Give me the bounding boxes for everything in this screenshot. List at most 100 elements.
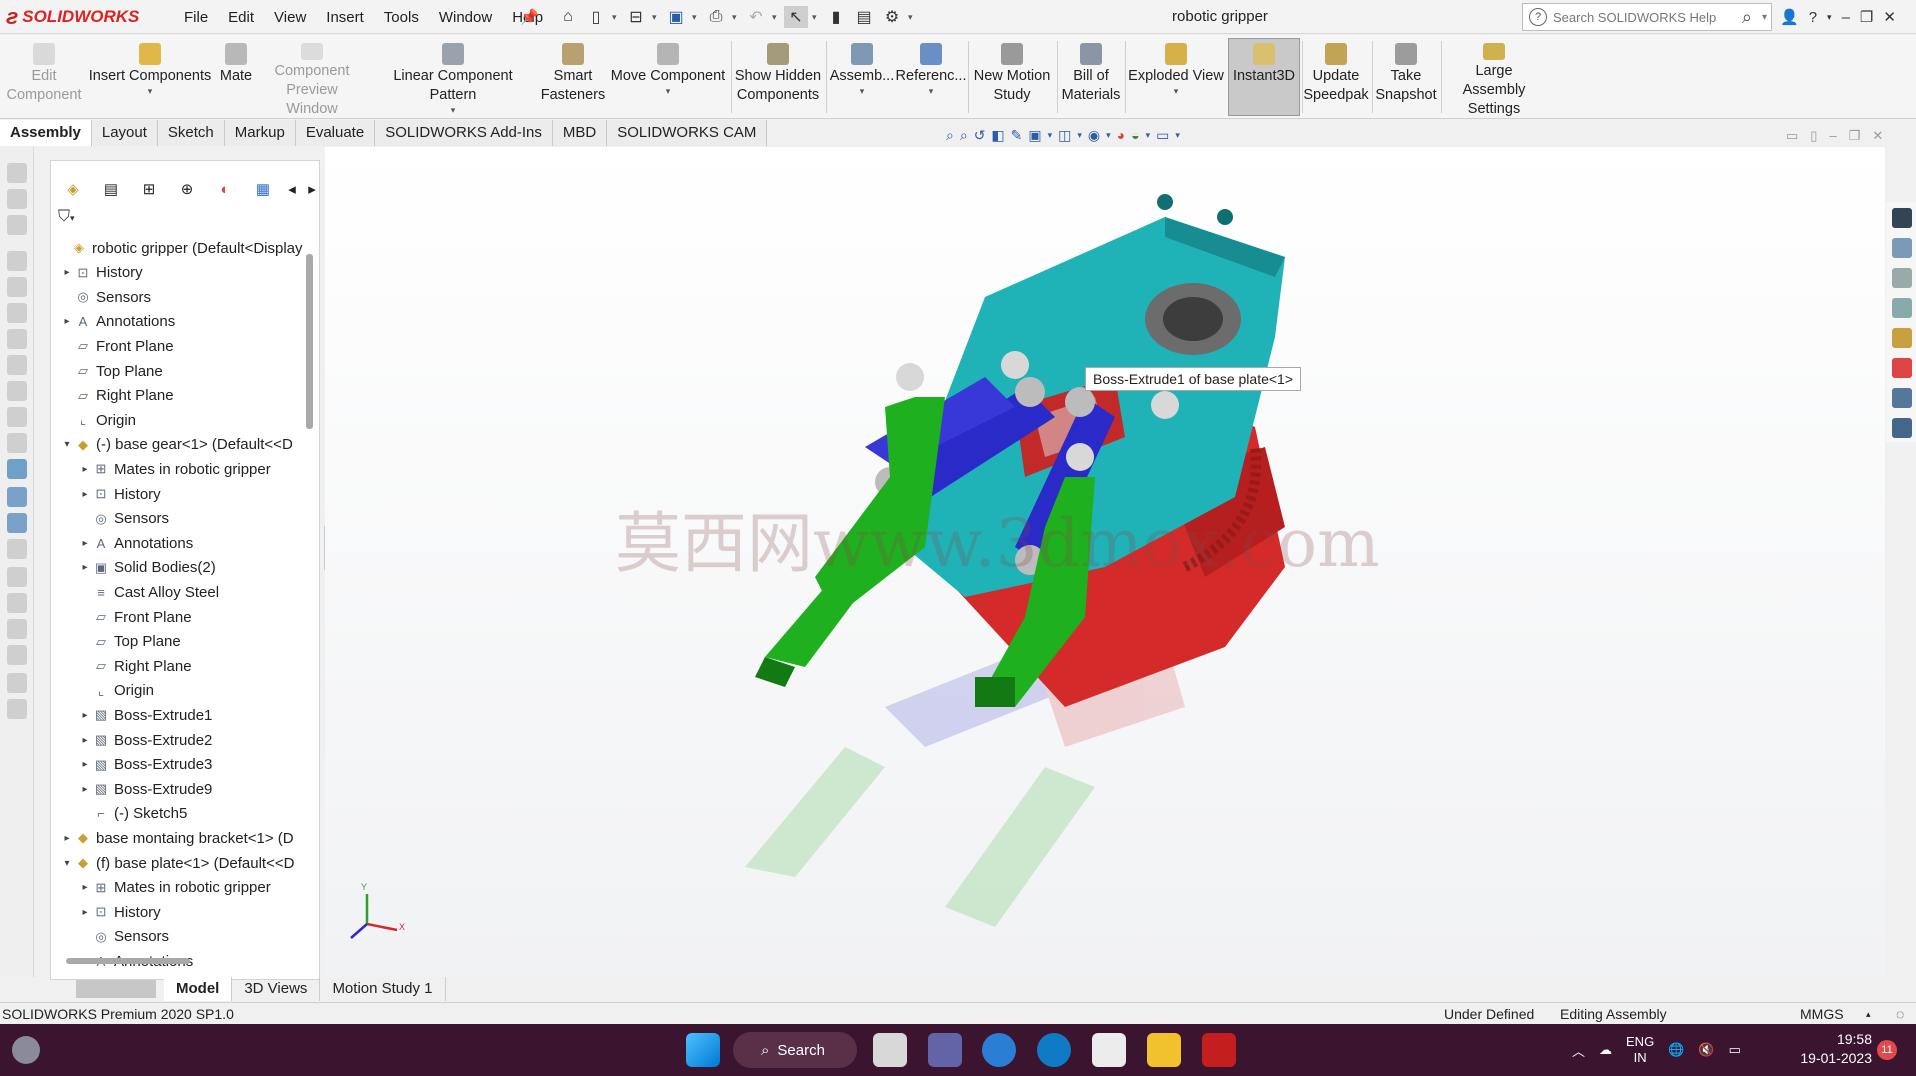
expand-arrow-icon[interactable]: ▸ bbox=[78, 710, 92, 721]
linear-component-pattern-button[interactable]: Linear Component Pattern ▾ bbox=[368, 35, 538, 119]
scroll-right-icon[interactable]: ▸ bbox=[304, 176, 320, 202]
hide-show-items-icon[interactable]: ◉ bbox=[1088, 127, 1100, 144]
tree-item[interactable]: ≡ Cast Alloy Steel bbox=[56, 580, 306, 604]
strip-tool-icon[interactable] bbox=[7, 459, 27, 479]
open-icon[interactable]: ⊟ bbox=[624, 6, 648, 28]
display-manager-tab-icon[interactable]: ◐ bbox=[208, 176, 242, 202]
menu-tools[interactable]: Tools bbox=[374, 9, 429, 26]
battery-icon[interactable]: ▭ bbox=[1729, 1042, 1741, 1058]
home-icon[interactable]: ⌂ bbox=[556, 6, 580, 28]
user-icon[interactable]: 👤 bbox=[1780, 8, 1799, 26]
help-search-box[interactable]: ? Search SOLIDWORKS Help ⌕ ▾ bbox=[1522, 3, 1772, 31]
tree-vertical-scrollbar[interactable] bbox=[306, 254, 313, 429]
file-properties-icon[interactable]: ▤ bbox=[852, 6, 876, 28]
windows-start-icon[interactable] bbox=[686, 1033, 720, 1067]
minimize-button[interactable]: – bbox=[1842, 9, 1850, 26]
tree-item[interactable]: ▸ ⊡ History bbox=[56, 261, 306, 285]
tab-assembly[interactable]: Assembly bbox=[0, 120, 92, 146]
search-icon[interactable]: ⌕ bbox=[1742, 7, 1752, 28]
expand-arrow-icon[interactable]: ▸ bbox=[78, 759, 92, 770]
previous-view-icon[interactable]: ↺ bbox=[974, 127, 986, 144]
close-viewport-button[interactable]: ✕ bbox=[1872, 128, 1883, 144]
tree-horizontal-scrollbar[interactable] bbox=[66, 958, 190, 964]
expand-arrow-icon[interactable]: ▸ bbox=[78, 784, 92, 795]
strip-tool-icon[interactable] bbox=[7, 433, 27, 453]
rebuild-icon[interactable]: ▮ bbox=[824, 6, 848, 28]
options-gear-icon[interactable]: ⚙ bbox=[880, 6, 904, 28]
strip-tool-icon[interactable] bbox=[7, 251, 27, 271]
network-icon[interactable]: 🌐 bbox=[1668, 1042, 1684, 1058]
filter-icon[interactable]: ⛉▾ bbox=[58, 208, 75, 226]
strip-tool-icon[interactable] bbox=[7, 189, 27, 209]
apply-scene-icon[interactable]: ◒ bbox=[1131, 127, 1139, 143]
expand-arrow-icon[interactable]: ▸ bbox=[78, 882, 92, 893]
chevron-down-icon[interactable]: ▾ bbox=[1077, 130, 1082, 141]
zoom-area-icon[interactable]: ⌕ bbox=[960, 127, 968, 144]
chevron-down-icon[interactable]: ▾ bbox=[908, 12, 916, 23]
tab-scroll-arrows[interactable] bbox=[76, 980, 156, 998]
chevron-down-icon[interactable]: ▾ bbox=[692, 12, 700, 23]
save-icon[interactable]: ▣ bbox=[664, 6, 688, 28]
tree-item[interactable]: ▾ ◆ (f) base plate<1> (Default<<D bbox=[56, 851, 306, 875]
display-style-icon[interactable]: ◫ bbox=[1058, 127, 1071, 144]
tree-item[interactable]: ▸ ▧ Boss-Extrude1 bbox=[56, 703, 306, 727]
graphics-area[interactable]: Boss-Extrude1 of base plate<1> 莫西网www.3d… bbox=[325, 147, 1885, 977]
select-icon[interactable]: ↖ bbox=[784, 6, 808, 28]
bill-of-materials-button[interactable]: Bill of Materials bbox=[1060, 35, 1122, 119]
tree-item[interactable]: ⌐ (-) Sketch5 bbox=[56, 802, 306, 826]
expand-arrow-icon[interactable]: ▸ bbox=[78, 735, 92, 746]
strip-tool-icon[interactable] bbox=[7, 277, 27, 297]
browser-icon[interactable] bbox=[982, 1033, 1016, 1067]
tile-icon[interactable]: ▭ bbox=[1786, 128, 1798, 144]
tab-sketch[interactable]: Sketch bbox=[157, 120, 225, 146]
solidworks-taskbar-icon[interactable] bbox=[1202, 1033, 1236, 1067]
tab-markup[interactable]: Markup bbox=[224, 120, 296, 146]
dynamic-annotation-icon[interactable]: ✎ bbox=[1011, 127, 1023, 144]
tree-item[interactable]: ◈ robotic gripper (Default<Display bbox=[56, 236, 306, 260]
language-indicator[interactable]: ENG IN bbox=[1626, 1034, 1654, 1066]
chat-icon[interactable] bbox=[1892, 418, 1912, 438]
move-component-button[interactable]: Move Component ▾ bbox=[608, 35, 728, 119]
tree-item[interactable]: ▸ ◆ base montaing bracket<1> (D bbox=[56, 826, 306, 850]
chevron-down-icon[interactable]: ▾ bbox=[652, 12, 660, 23]
tree-item[interactable]: ▸ ▧ Boss-Extrude3 bbox=[56, 753, 306, 777]
chevron-down-icon[interactable]: ▾ bbox=[1048, 130, 1053, 141]
chevron-down-icon[interactable]: ▾ bbox=[732, 12, 740, 23]
tree-item[interactable]: ▱ Front Plane bbox=[56, 605, 306, 629]
strip-tool-icon[interactable] bbox=[7, 593, 27, 613]
file-explorer-icon[interactable] bbox=[1147, 1033, 1181, 1067]
strip-tool-icon[interactable] bbox=[7, 303, 27, 323]
view-settings-icon[interactable]: ▭ bbox=[1156, 127, 1169, 144]
property-manager-tab-icon[interactable]: ▤ bbox=[94, 176, 128, 202]
tree-item[interactable]: ▸ ▧ Boss-Extrude9 bbox=[56, 777, 306, 801]
strip-tool-icon[interactable] bbox=[7, 215, 27, 235]
strip-tool-icon[interactable] bbox=[7, 673, 27, 693]
strip-tool-icon[interactable] bbox=[7, 645, 27, 665]
store-icon[interactable] bbox=[1092, 1033, 1126, 1067]
tab-motion-study[interactable]: Motion Study 1 bbox=[320, 977, 446, 1001]
expand-arrow-icon[interactable]: ▾ bbox=[60, 858, 74, 869]
weather-icon[interactable] bbox=[12, 1036, 40, 1064]
strip-tool-icon[interactable] bbox=[7, 539, 27, 559]
edge-icon[interactable] bbox=[1037, 1033, 1071, 1067]
tree-item[interactable]: ▱ Front Plane bbox=[56, 334, 306, 358]
expand-arrow-icon[interactable]: ▸ bbox=[78, 489, 92, 500]
strip-tool-icon[interactable] bbox=[7, 699, 27, 719]
smart-fasteners-button[interactable]: Smart Fasteners bbox=[538, 35, 608, 119]
split-icon[interactable]: ▯ bbox=[1810, 128, 1817, 144]
status-units[interactable]: MMGS bbox=[1800, 1003, 1844, 1025]
solidworks-logo[interactable]: ƨ SOLIDWORKS bbox=[6, 2, 156, 32]
configuration-manager-tab-icon[interactable]: ⊞ bbox=[132, 176, 166, 202]
chevron-down-icon[interactable]: ▾ bbox=[1175, 130, 1180, 141]
menu-view[interactable]: View bbox=[264, 9, 316, 26]
mate-button[interactable]: Mate bbox=[214, 35, 258, 119]
zoom-to-fit-icon[interactable]: ⌕ bbox=[946, 127, 954, 144]
show-hidden-components-button[interactable]: Show Hidden Components bbox=[734, 35, 822, 119]
minimize-viewport-button[interactable]: – bbox=[1829, 128, 1836, 144]
close-button[interactable]: ✕ bbox=[1883, 8, 1896, 26]
update-speedpak-button[interactable]: Update Speedpak bbox=[1303, 35, 1369, 119]
design-library-icon[interactable] bbox=[1892, 238, 1912, 258]
restore-button[interactable]: ❐ bbox=[1860, 8, 1873, 26]
tree-item[interactable]: ▸ A Annotations bbox=[56, 310, 306, 334]
tree-item[interactable]: ▱ Right Plane bbox=[56, 654, 306, 678]
